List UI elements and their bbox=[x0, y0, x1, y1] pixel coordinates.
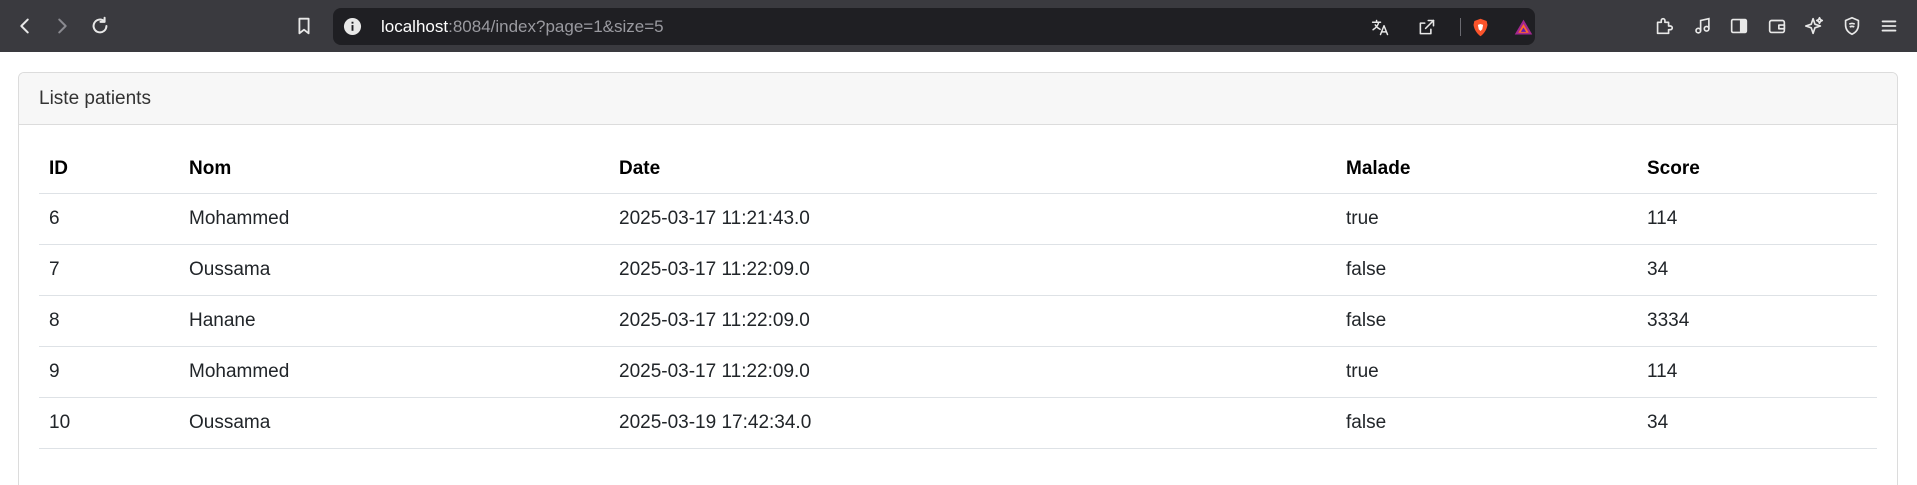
translate-icon[interactable] bbox=[1368, 15, 1392, 39]
column-header-date: Date bbox=[609, 145, 1336, 194]
cell-date: 2025-03-17 11:22:09.0 bbox=[609, 244, 1336, 296]
cell-malade: false bbox=[1336, 244, 1637, 296]
cell-id: 10 bbox=[39, 397, 179, 449]
cell-id: 6 bbox=[39, 193, 179, 245]
info-icon[interactable] bbox=[343, 17, 362, 36]
cell-malade: true bbox=[1336, 346, 1637, 398]
table-row: 9 Mohammed 2025-03-17 11:22:09.0 true 11… bbox=[39, 346, 1877, 398]
column-header-malade: Malade bbox=[1336, 145, 1637, 194]
leo-ai-icon[interactable] bbox=[1798, 10, 1830, 42]
url-separator bbox=[1460, 18, 1461, 36]
cell-nom: Mohammed bbox=[179, 193, 609, 245]
cell-date: 2025-03-19 17:42:34.0 bbox=[609, 397, 1336, 449]
forward-icon[interactable] bbox=[46, 10, 78, 42]
cell-nom: Mohammed bbox=[179, 346, 609, 398]
card-title: Liste patients bbox=[39, 87, 151, 109]
cell-score: 114 bbox=[1637, 193, 1877, 245]
cell-date: 2025-03-17 11:22:09.0 bbox=[609, 295, 1336, 347]
card-body: ID Nom Date Malade Score 6 Mohammed 2025… bbox=[19, 145, 1897, 449]
cell-date: 2025-03-17 11:21:43.0 bbox=[609, 193, 1336, 245]
cell-id: 7 bbox=[39, 244, 179, 296]
patients-card: Liste patients ID Nom Date Malade Score … bbox=[18, 72, 1898, 485]
media-icon[interactable] bbox=[1686, 10, 1718, 42]
cell-score: 34 bbox=[1637, 244, 1877, 296]
vpn-icon[interactable] bbox=[1836, 10, 1868, 42]
patients-table: ID Nom Date Malade Score 6 Mohammed 2025… bbox=[39, 145, 1877, 449]
url-host: localhost bbox=[381, 17, 449, 36]
wallet-icon[interactable] bbox=[1761, 10, 1793, 42]
cell-id: 9 bbox=[39, 346, 179, 398]
url-text[interactable]: localhost:8084/index?page=1&size=5 bbox=[381, 17, 664, 36]
menu-icon[interactable] bbox=[1873, 10, 1905, 42]
cell-malade: false bbox=[1336, 397, 1637, 449]
table-row: 7 Oussama 2025-03-17 11:22:09.0 false 34 bbox=[39, 244, 1877, 296]
column-header-score: Score bbox=[1637, 145, 1877, 194]
address-bar[interactable]: localhost:8084/index?page=1&size=5 bbox=[333, 8, 1535, 45]
cell-score: 114 bbox=[1637, 346, 1877, 398]
cell-score: 3334 bbox=[1637, 295, 1877, 347]
share-icon[interactable] bbox=[1414, 15, 1438, 39]
table-row: 6 Mohammed 2025-03-17 11:21:43.0 true 11… bbox=[39, 193, 1877, 245]
brave-shields-icon[interactable] bbox=[1468, 15, 1492, 39]
reload-icon[interactable] bbox=[84, 10, 116, 42]
column-header-nom: Nom bbox=[179, 145, 609, 194]
url-path: :8084/index?page=1&size=5 bbox=[448, 17, 664, 36]
table-header-row: ID Nom Date Malade Score bbox=[39, 145, 1877, 194]
browser-toolbar: localhost:8084/index?page=1&size=5 bbox=[0, 0, 1917, 52]
table-row: 10 Oussama 2025-03-19 17:42:34.0 false 3… bbox=[39, 397, 1877, 449]
brave-rewards-icon[interactable] bbox=[1511, 15, 1535, 39]
cell-malade: true bbox=[1336, 193, 1637, 245]
table-body: 6 Mohammed 2025-03-17 11:21:43.0 true 11… bbox=[39, 193, 1877, 449]
card-header: Liste patients bbox=[19, 73, 1897, 125]
table-head: ID Nom Date Malade Score bbox=[39, 145, 1877, 194]
cell-date: 2025-03-17 11:22:09.0 bbox=[609, 346, 1336, 398]
back-icon[interactable] bbox=[9, 10, 41, 42]
cell-score: 34 bbox=[1637, 397, 1877, 449]
cell-nom: Oussama bbox=[179, 397, 609, 449]
column-header-id: ID bbox=[39, 145, 179, 194]
cell-malade: false bbox=[1336, 295, 1637, 347]
cell-nom: Oussama bbox=[179, 244, 609, 296]
table-row: 8 Hanane 2025-03-17 11:22:09.0 false 333… bbox=[39, 295, 1877, 347]
bookmark-icon[interactable] bbox=[288, 10, 320, 42]
sidebar-icon[interactable] bbox=[1723, 10, 1755, 42]
cell-nom: Hanane bbox=[179, 295, 609, 347]
extensions-icon[interactable] bbox=[1648, 10, 1680, 42]
cell-id: 8 bbox=[39, 295, 179, 347]
